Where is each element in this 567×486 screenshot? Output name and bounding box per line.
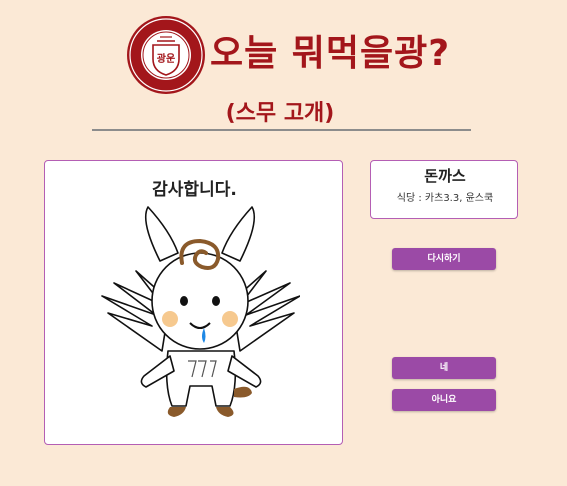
mascot-illustration: [101, 206, 300, 417]
yes-button[interactable]: 네: [392, 357, 496, 379]
result-image-card: 감사합니다.: [44, 160, 343, 445]
retry-button[interactable]: 다시하기: [392, 248, 496, 270]
app-title: 오늘 뭐먹을광?: [210, 33, 451, 74]
image-caption: 감사합니다.: [152, 180, 237, 200]
page-header: 광운 오늘 뭐먹을광? (스무 고개): [0, 0, 567, 140]
no-button[interactable]: 아니요: [392, 389, 496, 411]
page-subtitle: (스무 고개): [225, 101, 335, 126]
header-divider: [92, 129, 471, 131]
result-food-name: 돈까스: [424, 167, 466, 185]
result-card: 돈까스 식당 : 카츠3.3, 윤스쿡: [370, 160, 518, 219]
university-seal-logo: 광운: [127, 16, 205, 94]
result-restaurant-detail: 식당 : 카츠3.3, 윤스쿡: [396, 193, 494, 204]
logo-center-text: 광운: [157, 53, 175, 65]
